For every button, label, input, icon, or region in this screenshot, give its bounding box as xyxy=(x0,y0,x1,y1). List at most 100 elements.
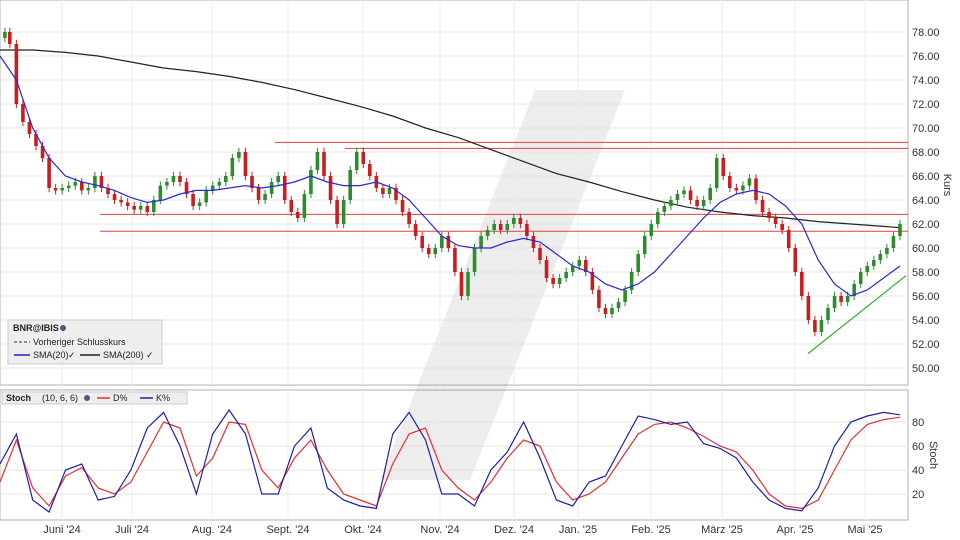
x-tick-label: Mai '25 xyxy=(847,524,882,536)
candle-body xyxy=(714,158,719,188)
stoch-legend: Stoch (10, 6, 6) D% K% xyxy=(1,391,188,405)
y-tick-label: 68.00 xyxy=(912,147,940,159)
candle-body xyxy=(649,224,654,236)
y-tick-label: 76.00 xyxy=(912,51,940,63)
candle-body xyxy=(505,224,510,230)
y-tick-label: 56.00 xyxy=(912,291,940,303)
candle-body xyxy=(616,302,621,308)
candle-body xyxy=(531,236,536,248)
candle-body xyxy=(328,176,333,200)
candle-body xyxy=(296,212,300,218)
x-tick-label: Juli '24 xyxy=(115,524,149,536)
candle-body xyxy=(813,320,817,332)
candle-body xyxy=(793,248,798,272)
candle-body xyxy=(728,176,732,188)
price-legend: BNR@IBIS Vorheriger Schlusskurs SMA(20) … xyxy=(7,319,163,365)
candle-body xyxy=(446,236,451,248)
candle-body xyxy=(701,200,706,206)
legend-symbol-icon[interactable] xyxy=(60,325,66,331)
candle-body xyxy=(420,236,424,248)
y-tick-label: 70.00 xyxy=(912,123,940,135)
candle-body xyxy=(878,254,883,260)
candle-body xyxy=(564,272,568,278)
stoch-tick-label: 80 xyxy=(912,417,924,429)
candle-body xyxy=(865,266,870,272)
candle-body xyxy=(760,200,765,212)
candle-body xyxy=(276,176,280,182)
candle-body xyxy=(662,206,667,212)
candle-body xyxy=(217,182,222,186)
candle-body xyxy=(361,152,366,164)
stock-chart: 78.00 76.00 74.00 72.00 70.00 68.00 66.00 64.00… xyxy=(0,0,953,536)
candle-body xyxy=(466,272,470,296)
legend-symbol: BNR@IBIS xyxy=(13,323,59,333)
candle-body xyxy=(721,158,726,176)
candle-body xyxy=(512,218,516,224)
legend-sma20-check-icon[interactable]: ✓ xyxy=(68,350,76,360)
legend-sma200-check-icon[interactable]: ✓ xyxy=(146,350,154,360)
candle-body xyxy=(112,194,117,200)
candle-body xyxy=(309,170,313,194)
candle-body xyxy=(453,248,457,272)
x-tick-label: Apr. '25 xyxy=(777,524,814,536)
y-tick-label: 74.00 xyxy=(912,75,940,87)
candle-body xyxy=(675,194,680,200)
candle-body xyxy=(21,104,25,122)
candle-body xyxy=(322,152,326,176)
candle-body xyxy=(86,188,91,191)
candle-body xyxy=(656,212,660,224)
candle-body xyxy=(119,200,123,203)
candle-body xyxy=(263,194,267,200)
candle-body xyxy=(354,152,359,170)
x-tick-label: Sept. '24 xyxy=(266,524,309,536)
candle-body xyxy=(551,278,555,284)
candle-body xyxy=(557,278,562,284)
candle-body xyxy=(282,176,287,200)
candle-body xyxy=(806,296,811,320)
candle-body xyxy=(368,164,372,176)
x-tick-label: Feb. '25 xyxy=(631,524,670,536)
candle-body xyxy=(3,32,7,38)
candle-body xyxy=(178,176,182,182)
legend-sma20: SMA(20) xyxy=(33,350,69,360)
candle-body xyxy=(93,176,97,188)
candle-body xyxy=(819,320,824,332)
candle-body xyxy=(459,272,464,296)
candle-body xyxy=(845,296,850,302)
candle-body xyxy=(636,254,640,272)
candle-body xyxy=(695,200,699,206)
candle-body xyxy=(132,206,136,210)
candle-body xyxy=(492,224,496,230)
stoch-settings-icon[interactable] xyxy=(84,395,90,401)
candle-body xyxy=(603,308,608,314)
candle-body xyxy=(498,224,503,230)
candle-body xyxy=(125,202,130,206)
candle-body xyxy=(66,185,71,188)
candle-body xyxy=(289,200,294,212)
candle-body xyxy=(138,206,143,210)
candle-body xyxy=(335,200,339,224)
x-tick-label: Jan. '25 xyxy=(559,524,597,536)
candle-body xyxy=(623,290,627,302)
y-axis-label: Kurs xyxy=(941,174,953,197)
candle-body xyxy=(407,212,411,224)
candle-body xyxy=(47,158,51,188)
candle-body xyxy=(597,290,601,308)
candle-body xyxy=(642,236,647,254)
y-tick-label: 78.00 xyxy=(912,27,940,39)
candle-body xyxy=(786,230,791,248)
candle-body xyxy=(60,188,64,191)
candle-body xyxy=(734,188,739,191)
candle-body xyxy=(610,308,614,314)
y-tick-label: 52.00 xyxy=(912,339,940,351)
candle-body xyxy=(754,178,758,200)
candle-body xyxy=(898,224,902,236)
legend-prev-close: Vorheriger Schlusskurs xyxy=(33,337,126,347)
candle-body xyxy=(741,185,745,191)
candle-body xyxy=(80,182,84,191)
stoch-tick-label: 20 xyxy=(912,489,924,501)
candle-body xyxy=(230,158,235,176)
candle-body xyxy=(858,272,863,284)
candle-body xyxy=(171,176,176,182)
candle-body xyxy=(682,190,686,194)
